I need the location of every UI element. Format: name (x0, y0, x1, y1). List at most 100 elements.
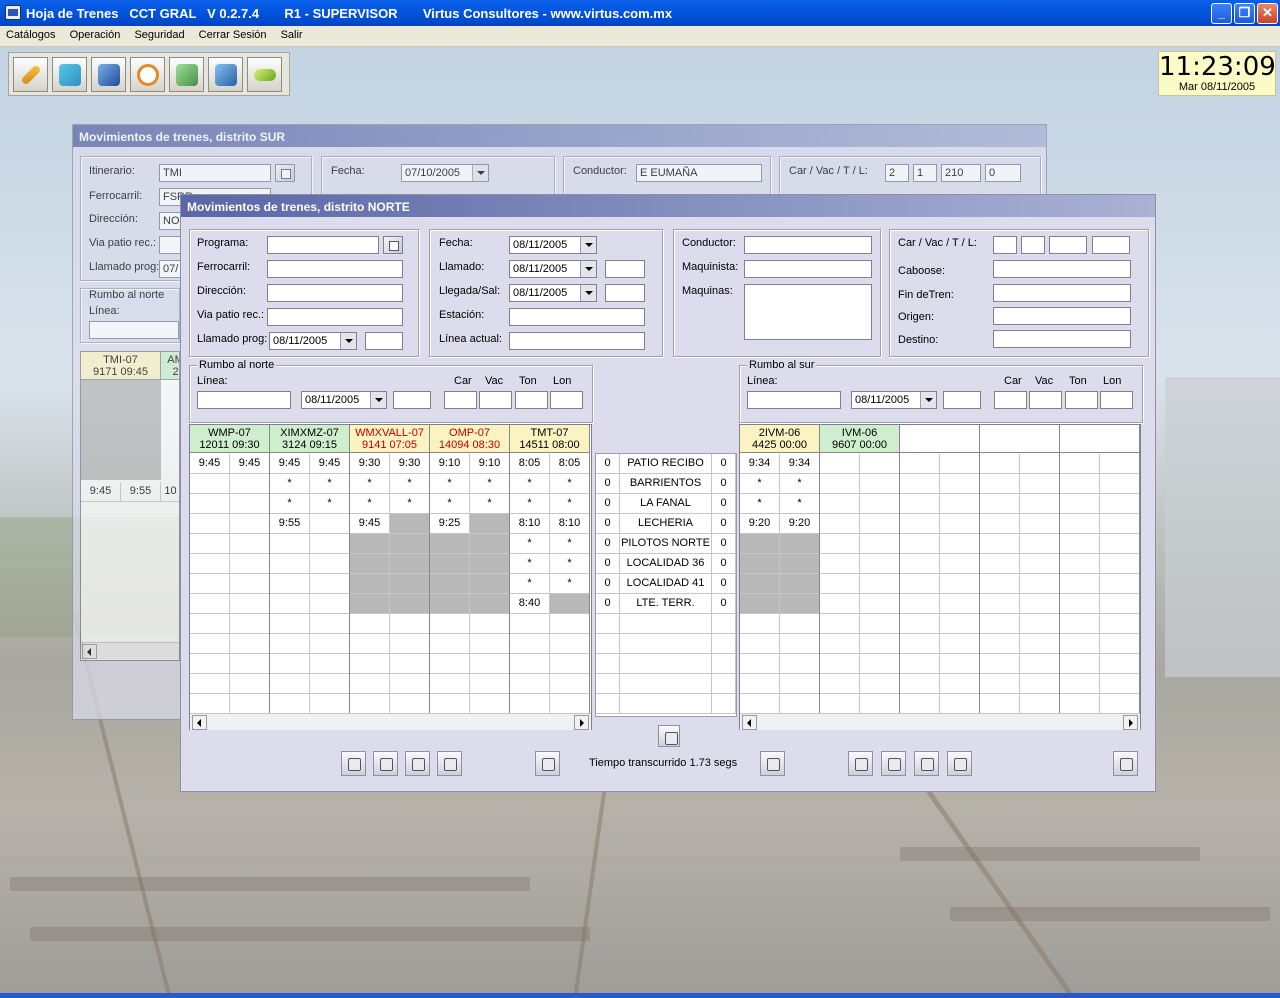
table-cell[interactable] (230, 654, 270, 674)
table-cell[interactable]: * (510, 554, 550, 574)
table-cell[interactable] (1060, 494, 1100, 514)
table-cell[interactable] (310, 614, 350, 634)
train-header[interactable] (900, 425, 980, 453)
table-cell[interactable] (1020, 594, 1060, 614)
table-cell[interactable] (900, 594, 940, 614)
table-cell[interactable]: 9:30 (390, 454, 430, 474)
table-cell[interactable]: * (550, 494, 590, 514)
station-count-right[interactable]: 0 (712, 534, 736, 554)
ton-field[interactable] (1049, 236, 1087, 254)
caboose-field[interactable] (993, 260, 1131, 278)
table-cell[interactable]: * (510, 494, 550, 514)
table-cell[interactable] (1020, 614, 1060, 634)
table-cell[interactable] (1100, 534, 1140, 554)
table-cell[interactable]: * (310, 494, 350, 514)
north-handshake-button[interactable] (373, 751, 398, 776)
south-handshake-button[interactable] (914, 751, 939, 776)
table-cell[interactable] (390, 554, 430, 574)
toolbar-book-button[interactable] (208, 57, 243, 92)
table-cell[interactable] (1060, 474, 1100, 494)
table-cell[interactable] (900, 674, 940, 694)
sur-conductor-field[interactable]: E EUMAÑA (636, 164, 762, 182)
table-cell[interactable] (980, 614, 1020, 634)
table-cell[interactable] (900, 454, 940, 474)
table-cell[interactable] (820, 654, 860, 674)
table-cell[interactable]: 9:34 (780, 454, 820, 474)
table-cell[interactable] (190, 694, 230, 714)
table-cell[interactable] (310, 674, 350, 694)
table-cell[interactable] (780, 694, 820, 714)
table-cell[interactable] (430, 694, 470, 714)
table-cell[interactable] (980, 574, 1020, 594)
table-cell[interactable] (860, 634, 900, 654)
table-cell[interactable] (390, 574, 430, 594)
table-cell[interactable] (900, 534, 940, 554)
ferrocarril-field[interactable] (267, 260, 403, 278)
table-cell[interactable] (430, 634, 470, 654)
maquinas-field[interactable] (744, 284, 872, 340)
linea-actual-field[interactable] (509, 332, 645, 350)
north-cancel-button[interactable] (405, 751, 430, 776)
table-cell[interactable] (1020, 694, 1060, 714)
table-cell[interactable] (1100, 514, 1140, 534)
sur-fecha-select[interactable]: 07/10/2005 (401, 164, 489, 182)
station-name[interactable]: BARRIENTOS (620, 474, 712, 494)
table-cell[interactable]: 9:45 (310, 454, 350, 474)
fin-tren-field[interactable] (993, 284, 1131, 302)
table-cell[interactable] (980, 634, 1020, 654)
rumbo-sur-ton-field[interactable] (1065, 391, 1098, 409)
scroll-left-icon[interactable] (82, 644, 97, 659)
table-cell[interactable] (230, 474, 270, 494)
train-header[interactable]: WMXVALL-07 9141 07:05 (350, 425, 430, 453)
table-cell[interactable] (350, 594, 390, 614)
station-name[interactable]: LTE. TERR. (620, 594, 712, 614)
table-cell[interactable] (1100, 574, 1140, 594)
menu-seguridad[interactable]: Seguridad (128, 26, 189, 41)
table-cell[interactable] (860, 614, 900, 634)
rumbo-sur-lon-field[interactable] (1100, 391, 1133, 409)
table-cell[interactable] (780, 534, 820, 554)
table-cell[interactable] (1100, 454, 1140, 474)
station-count-left[interactable]: 0 (596, 514, 620, 534)
south-move-button[interactable] (848, 751, 873, 776)
sur-vac-field[interactable]: 1 (913, 164, 937, 182)
toolbar-device-button[interactable] (169, 57, 204, 92)
north-grid-scrollbar[interactable] (190, 713, 591, 730)
table-cell[interactable] (510, 654, 550, 674)
table-cell[interactable] (860, 454, 900, 474)
table-cell[interactable]: * (390, 494, 430, 514)
rumbo-norte-linea-field[interactable] (197, 391, 291, 409)
rumbo-sur-car-field[interactable] (994, 391, 1027, 409)
table-cell[interactable] (860, 694, 900, 714)
table-cell[interactable] (940, 694, 980, 714)
table-cell[interactable] (270, 694, 310, 714)
table-cell[interactable] (310, 574, 350, 594)
table-cell[interactable]: 9:55 (270, 514, 310, 534)
table-cell[interactable] (230, 534, 270, 554)
station-count-left[interactable]: 0 (596, 494, 620, 514)
table-cell[interactable] (900, 554, 940, 574)
table-cell[interactable] (980, 554, 1020, 574)
sur-lon-field[interactable]: 0 (985, 164, 1021, 182)
rumbo-norte-car-field[interactable] (444, 391, 477, 409)
rumbo-norte-vac-field[interactable] (479, 391, 512, 409)
table-cell[interactable] (820, 694, 860, 714)
table-cell[interactable] (350, 694, 390, 714)
table-cell[interactable]: 8:10 (510, 514, 550, 534)
exit-window-button[interactable] (1113, 751, 1138, 776)
table-cell[interactable] (820, 674, 860, 694)
sur-itinerario-lookup-button[interactable] (275, 164, 295, 182)
table-cell[interactable] (820, 474, 860, 494)
table-cell[interactable] (980, 654, 1020, 674)
table-cell[interactable] (190, 554, 230, 574)
table-cell[interactable]: 9:20 (740, 514, 780, 534)
programa-field[interactable] (267, 236, 379, 254)
scroll-left-icon[interactable] (742, 715, 757, 730)
table-cell[interactable] (310, 594, 350, 614)
table-cell[interactable] (1020, 494, 1060, 514)
table-cell[interactable] (1100, 614, 1140, 634)
table-cell[interactable] (310, 654, 350, 674)
table-cell[interactable] (350, 614, 390, 634)
station-count-right[interactable]: 0 (712, 594, 736, 614)
table-cell[interactable]: 9:20 (780, 514, 820, 534)
